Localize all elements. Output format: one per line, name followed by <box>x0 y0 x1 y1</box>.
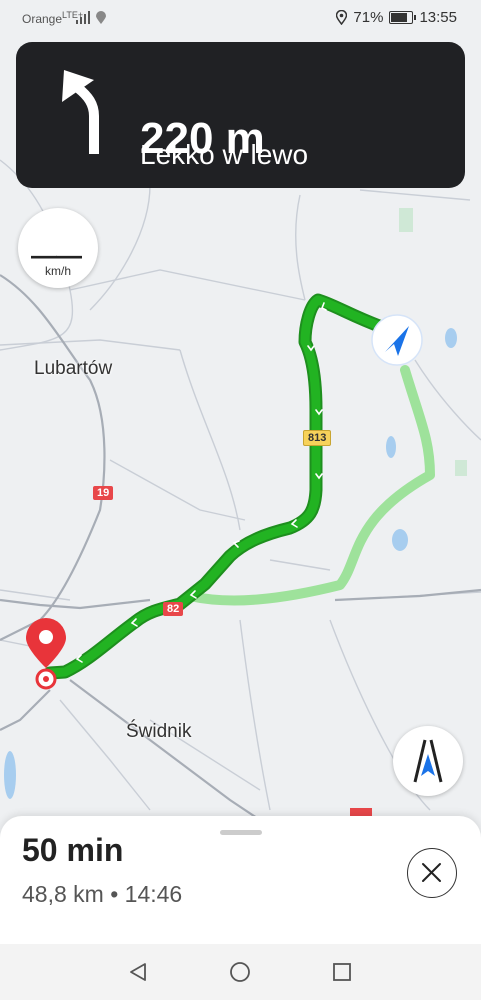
system-navigation-bar <box>0 944 481 1000</box>
recents-icon[interactable] <box>330 960 354 984</box>
exit-navigation-button[interactable] <box>407 848 457 898</box>
maneuver-instruction: Lekko w lewo <box>140 139 309 170</box>
road-shield-19: 19 <box>93 486 114 500</box>
speed-unit: km/h <box>44 264 71 278</box>
close-icon <box>422 863 441 882</box>
speedometer: —— km/h <box>18 208 98 288</box>
place-label-swidnik: Świdnik <box>126 721 192 742</box>
battery-icon <box>389 11 417 24</box>
trip-duration: 50 min <box>22 832 124 868</box>
status-right: 71% 13:55 <box>336 9 457 26</box>
arrival-time: 14:46 <box>124 881 183 907</box>
battery-percent: 71% <box>353 9 384 26</box>
sheet-drag-handle[interactable] <box>220 830 262 835</box>
navigation-banner[interactable]: 220 m Lekko w lewo <box>16 42 465 188</box>
trip-details: 48,8 km • 14:46 <box>22 881 182 908</box>
trip-distance: 48,8 km <box>22 881 104 907</box>
clock: 13:55 <box>419 9 457 26</box>
location-status-icon <box>96 11 106 24</box>
turn-slight-left-icon <box>62 70 99 154</box>
back-icon[interactable] <box>126 960 150 984</box>
place-label-lubartow: Lubartów <box>34 358 113 379</box>
navigation-view-icon <box>413 739 443 783</box>
road-shield-813: 813 <box>303 430 332 446</box>
signal-icon <box>76 11 90 24</box>
location-icon <box>336 10 348 25</box>
road-shield-82: 82 <box>163 602 184 616</box>
home-icon[interactable] <box>228 960 252 984</box>
trip-summary-sheet[interactable]: 50 min 48,8 km • 14:46 <box>0 816 481 944</box>
status-bar: Orange LTE+ 71% 13:55 <box>0 0 481 38</box>
current-location-icon <box>371 314 423 366</box>
view-mode-button[interactable] <box>393 726 463 796</box>
carrier-label: Orange <box>22 12 63 26</box>
separator-dot: • <box>110 881 119 907</box>
